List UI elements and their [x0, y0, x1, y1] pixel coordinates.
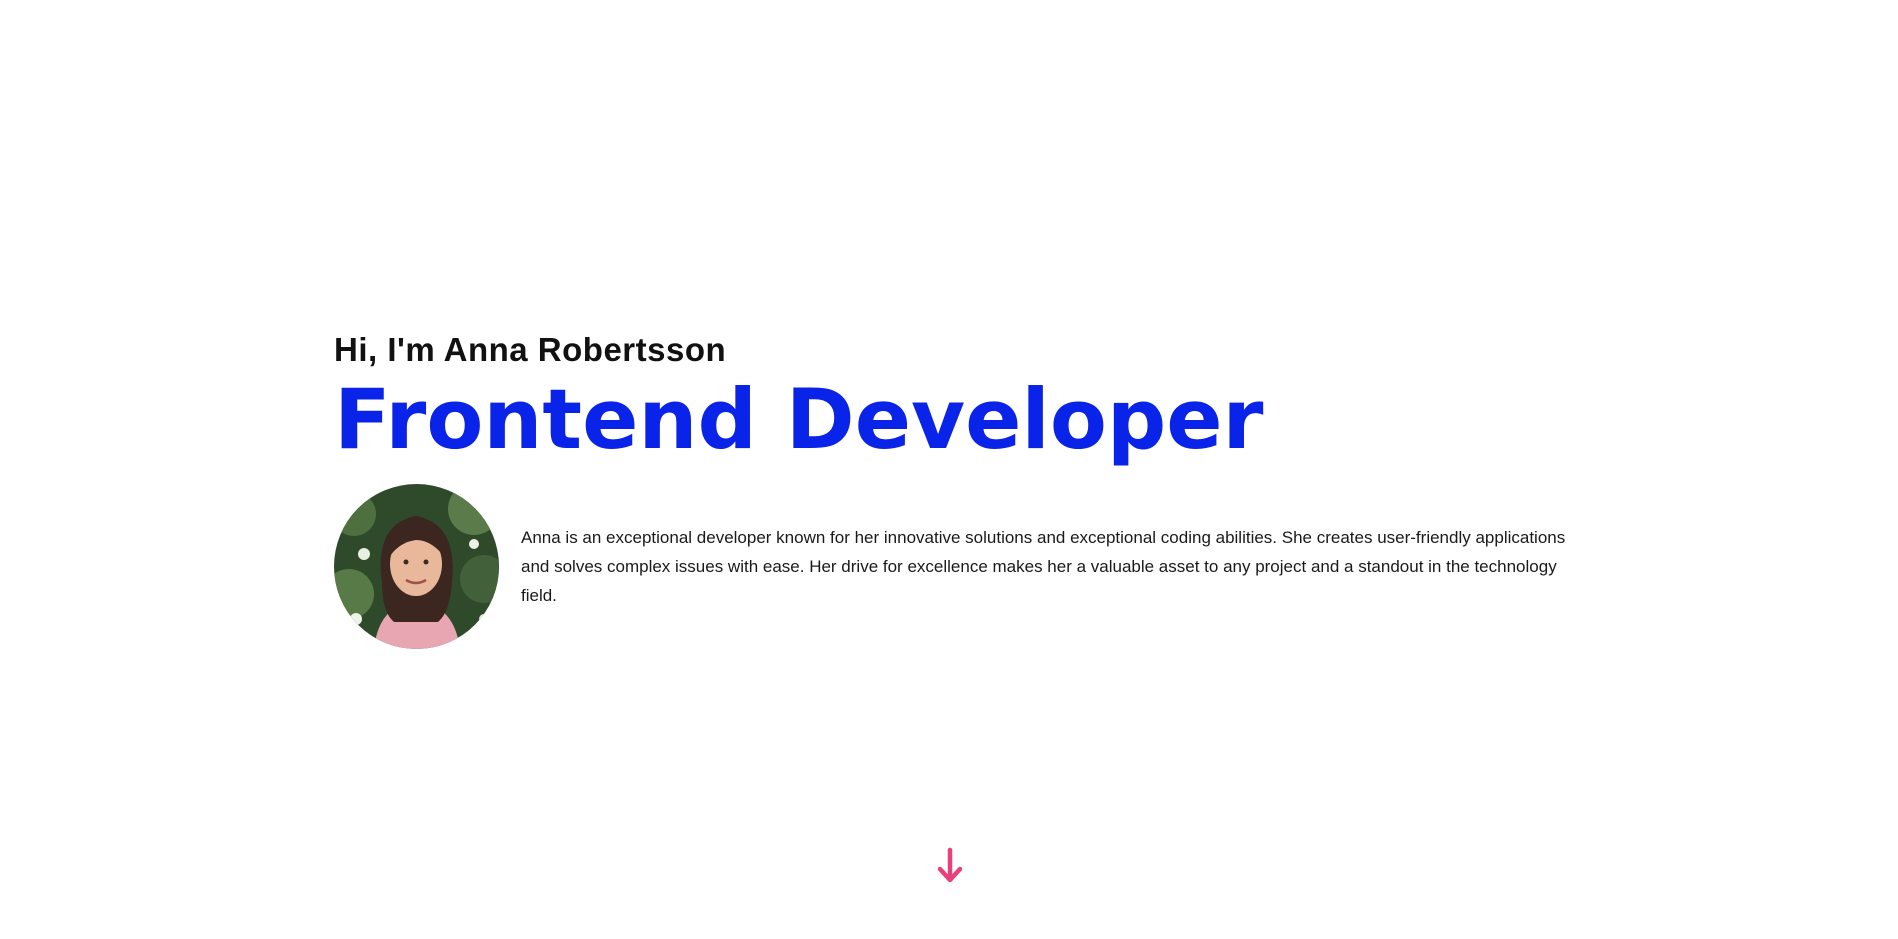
intro-row: Anna is an exceptional developer known f…: [334, 484, 1574, 649]
hero-section: Hi, I'm Anna Robertsson Frontend Develop…: [334, 328, 1574, 649]
arrow-down-icon[interactable]: [935, 847, 965, 885]
greeting-heading: Hi, I'm Anna Robertsson: [334, 331, 727, 368]
bio-text: Anna is an exceptional developer known f…: [521, 528, 1566, 605]
page: Hi, I'm Anna Robertsson Frontend Develop…: [0, 0, 1898, 939]
profile-avatar: [334, 484, 499, 649]
role-title: Frontend Developer: [334, 371, 1264, 468]
